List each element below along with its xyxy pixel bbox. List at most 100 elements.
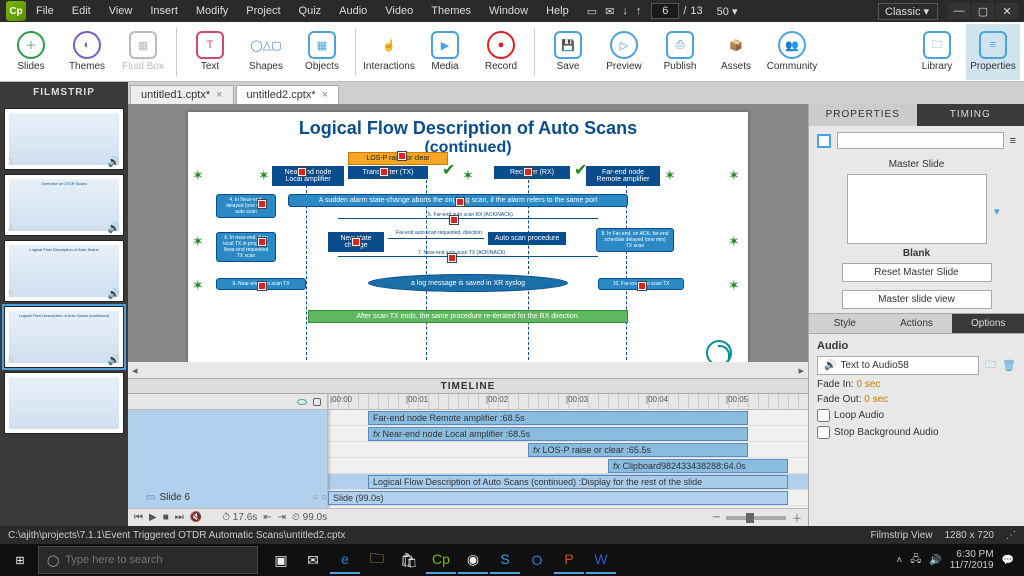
- master-view-button[interactable]: Master slide view: [842, 290, 992, 309]
- stop-bg-audio-checkbox[interactable]: Stop Background Audio: [809, 424, 1024, 441]
- outlook-icon[interactable]: O: [522, 546, 552, 574]
- ribbon-community[interactable]: 👥Community: [765, 24, 819, 80]
- menu-audio[interactable]: Audio: [331, 2, 375, 20]
- timeline-rewind[interactable]: ⏮: [134, 512, 143, 523]
- ribbon-properties[interactable]: ≡Properties: [966, 24, 1020, 80]
- zoom-dropdown[interactable]: 50 ▾: [717, 5, 738, 18]
- ribbon-objects[interactable]: ▦Objects: [295, 24, 349, 80]
- taskbar-search[interactable]: ◯: [38, 546, 258, 574]
- subtab-options[interactable]: Options: [952, 314, 1024, 333]
- filmstrip-thumb-6[interactable]: Logical Flow Description of Auto Scans (…: [4, 306, 124, 368]
- lock-icon[interactable]: [313, 398, 321, 406]
- upload-icon[interactable]: ↑: [636, 5, 642, 17]
- current-slide-input[interactable]: 6: [651, 3, 679, 19]
- timeline-ruler[interactable]: |00:00 |00:01 |00:02 |00:03 |00:04 |00:0…: [128, 394, 808, 410]
- timeline-zoom-out[interactable]: ─: [713, 512, 720, 523]
- ribbon-publish[interactable]: ⎙Publish: [653, 24, 707, 80]
- delete-audio-icon[interactable]: 🗑: [1002, 359, 1016, 372]
- ribbon-preview[interactable]: ▷Preview: [597, 24, 651, 80]
- menu-quiz[interactable]: Quiz: [291, 2, 330, 20]
- timeline-rows[interactable]: ▸★SmartShape_69○ ○Far-end node Remote am…: [128, 410, 808, 508]
- ribbon-assets[interactable]: 📦Assets: [709, 24, 763, 80]
- canvas-scrollbar[interactable]: ◂▸: [128, 362, 808, 378]
- search-input[interactable]: [65, 554, 249, 566]
- timeline-play[interactable]: ▶: [149, 512, 157, 523]
- menu-insert[interactable]: Insert: [142, 2, 186, 20]
- status-view[interactable]: Filmstrip View: [870, 530, 932, 541]
- loop-audio-checkbox[interactable]: Loop Audio: [809, 407, 1024, 424]
- edge-icon[interactable]: e: [330, 546, 360, 574]
- tab-close-icon[interactable]: ×: [216, 89, 222, 101]
- store-icon[interactable]: 🛍: [394, 546, 424, 574]
- timeline-zoom-in[interactable]: ＋: [792, 510, 802, 525]
- word-icon[interactable]: W: [586, 546, 616, 574]
- chrome-icon[interactable]: ◉: [458, 546, 488, 574]
- ribbon-record[interactable]: ●Record: [474, 24, 528, 80]
- panel-tab-properties[interactable]: PROPERTIES: [809, 104, 917, 126]
- filmstrip-thumb-4[interactable]: Overview of OTDR Scans 4🔊: [4, 174, 124, 236]
- timeline-mute[interactable]: 🔇: [190, 512, 202, 523]
- chevron-down-icon[interactable]: ▾: [994, 205, 1000, 218]
- slide-canvas[interactable]: Logical Flow Description of Auto Scans (…: [188, 112, 748, 362]
- maximize-button[interactable]: ▢: [972, 3, 994, 19]
- menu-edit[interactable]: Edit: [64, 2, 99, 20]
- ribbon-media[interactable]: ▶Media: [418, 24, 472, 80]
- workspace-dropdown[interactable]: Classic ▾: [878, 3, 938, 20]
- minimize-button[interactable]: —: [948, 3, 970, 19]
- menu-file[interactable]: File: [28, 2, 62, 20]
- tab-close-icon[interactable]: ×: [322, 89, 328, 101]
- subtab-style[interactable]: Style: [809, 314, 881, 333]
- skype-icon[interactable]: S: [490, 546, 520, 574]
- timeline-step-fwd[interactable]: ⇥: [278, 512, 286, 523]
- object-name-input[interactable]: [837, 132, 1004, 149]
- fade-out-row[interactable]: Fade Out: 0 sec: [809, 392, 1024, 407]
- explorer-icon[interactable]: 🗀: [362, 546, 392, 574]
- ribbon-interactions[interactable]: ☝Interactions: [362, 24, 416, 80]
- tray-network-icon[interactable]: 🖧: [910, 552, 921, 569]
- menu-icon[interactable]: ≡: [1010, 135, 1016, 147]
- filmstrip-panel[interactable]: 3🔊 Overview of OTDR Scans 4🔊 Logical Flo…: [0, 104, 128, 526]
- powerpoint-icon[interactable]: P: [554, 546, 584, 574]
- menu-view[interactable]: View: [101, 2, 141, 20]
- download-icon[interactable]: ↓: [622, 5, 628, 17]
- task-view-icon[interactable]: ▣: [266, 546, 296, 574]
- save-icon[interactable]: ▭: [587, 5, 597, 18]
- ribbon-themes[interactable]: ◐Themes: [60, 24, 114, 80]
- ribbon-save[interactable]: 💾Save: [541, 24, 595, 80]
- tray-clock[interactable]: 6:30 PM11/7/2019: [950, 549, 994, 571]
- menu-video[interactable]: Video: [377, 2, 421, 20]
- ribbon-text[interactable]: TText: [183, 24, 237, 80]
- menu-help[interactable]: Help: [538, 2, 577, 20]
- mail-app-icon[interactable]: ✉: [298, 546, 328, 574]
- timeline-end[interactable]: ⏭: [175, 512, 184, 523]
- close-button[interactable]: ✕: [996, 3, 1018, 19]
- mail-icon[interactable]: ✉: [605, 5, 614, 18]
- tab-untitled2[interactable]: untitled2.cptx*×: [236, 85, 340, 104]
- tray-up-icon[interactable]: ˄: [896, 555, 902, 566]
- subtab-actions[interactable]: Actions: [881, 314, 953, 333]
- menu-project[interactable]: Project: [238, 2, 288, 20]
- menu-themes[interactable]: Themes: [423, 2, 479, 20]
- tab-untitled1[interactable]: untitled1.cptx*×: [130, 85, 234, 104]
- master-slide-preview[interactable]: ▾: [847, 174, 987, 244]
- tray-notifications-icon[interactable]: 💬: [1002, 555, 1014, 566]
- ribbon-slides[interactable]: ＋Slides: [4, 24, 58, 80]
- panel-tab-timing[interactable]: TIMING: [917, 104, 1024, 126]
- reset-master-button[interactable]: Reset Master Slide: [842, 263, 992, 282]
- tray-volume-icon[interactable]: 🔊: [929, 555, 941, 566]
- timeline-stop[interactable]: ■: [163, 512, 169, 523]
- menu-window[interactable]: Window: [481, 2, 536, 20]
- add-audio-icon[interactable]: 🗀: [985, 356, 996, 375]
- audio-name-field[interactable]: 🔊 Text to Audio58: [817, 356, 979, 375]
- ribbon-shapes[interactable]: ◯△▢Shapes: [239, 24, 293, 80]
- filmstrip-thumb-7[interactable]: [4, 372, 124, 434]
- fade-in-row[interactable]: Fade In: 0 sec: [809, 377, 1024, 392]
- visibility-icon[interactable]: [297, 399, 307, 405]
- start-button[interactable]: ⊞: [4, 546, 36, 574]
- canvas-area[interactable]: Logical Flow Description of Auto Scans (…: [128, 104, 808, 362]
- ribbon-library[interactable]: 🗀Library: [910, 24, 964, 80]
- filmstrip-thumb-5[interactable]: Logical Flow Description of Auto Scans 5…: [4, 240, 124, 302]
- menu-modify[interactable]: Modify: [188, 2, 236, 20]
- filmstrip-thumb-3[interactable]: 3🔊: [4, 108, 124, 170]
- timeline-step-back[interactable]: ⇤: [263, 512, 271, 523]
